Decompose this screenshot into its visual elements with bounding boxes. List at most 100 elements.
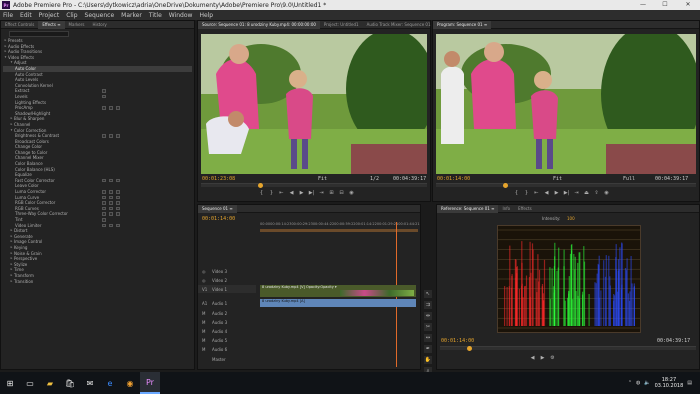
export-frame-icon[interactable]: ◉ [348, 190, 355, 196]
menu-window[interactable]: Window [169, 12, 193, 19]
effects-search-input[interactable] [9, 31, 69, 37]
mark-in-icon[interactable]: { [513, 190, 520, 196]
program-video-frame[interactable] [436, 34, 696, 174]
timeline-timecode[interactable]: 00:01:14:00 [202, 216, 235, 222]
menu-project[interactable]: Project [39, 12, 60, 19]
mark-in-icon[interactable]: { [258, 190, 265, 196]
go-to-in-icon[interactable]: ⇤ [533, 190, 540, 196]
step-back-icon[interactable]: ◀ [543, 190, 550, 196]
work-area-bar[interactable] [260, 229, 418, 232]
mute-icon[interactable]: M [202, 311, 205, 316]
menu-title[interactable]: Title [149, 12, 162, 19]
a1-source-patch[interactable]: A1 [202, 301, 207, 306]
tab-program[interactable]: Program: Sequence 01 ≡ [433, 21, 491, 29]
v1-source-patch[interactable]: V1 [202, 287, 207, 292]
ripple-edit-tool-icon[interactable]: ⇹ [424, 312, 432, 320]
step-back-icon[interactable]: ◀ [288, 190, 295, 196]
mark-out-icon[interactable]: } [268, 190, 275, 196]
notifications-icon[interactable]: ▤ [687, 380, 692, 386]
mute-icon[interactable]: M [202, 347, 205, 352]
minimize-button[interactable]: — [632, 0, 654, 10]
overwrite-icon[interactable]: ⊟ [338, 190, 345, 196]
go-to-out-icon[interactable]: ⇥ [573, 190, 580, 196]
source-video-frame[interactable] [201, 34, 427, 174]
source-scrubber[interactable] [201, 183, 427, 187]
settings-icon[interactable]: ⚙ [549, 355, 556, 361]
file-explorer-icon[interactable]: ▰ [40, 372, 60, 394]
reference-playhead[interactable] [467, 346, 472, 351]
lift-icon[interactable]: ⏏ [583, 190, 590, 196]
step-forward-icon[interactable]: ▶| [308, 190, 315, 196]
go-to-out-icon[interactable]: ⇥ [318, 190, 325, 196]
tab-source[interactable]: Source: Sequence 01: 8 urodziny Kuby.mp4… [198, 21, 320, 29]
program-scrubber[interactable] [436, 183, 696, 187]
tab-history[interactable]: History [88, 22, 110, 27]
volume-icon[interactable]: 🔈 [644, 380, 650, 386]
step-back-icon[interactable]: ◀ [529, 355, 536, 361]
menu-help[interactable]: Help [199, 12, 213, 19]
program-fit-select[interactable]: Fit [553, 176, 562, 182]
selection-tool-icon[interactable]: ↖ [424, 290, 432, 298]
step-forward-icon[interactable]: ▶ [539, 355, 546, 361]
tab-project[interactable]: Project: Untitled1 [320, 22, 363, 27]
parade-trace [568, 291, 569, 326]
chrome-icon[interactable]: ◉ [120, 372, 140, 394]
tab-effect-controls[interactable]: Effect Controls [1, 22, 38, 27]
tab-audio-mixer[interactable]: Audio Track Mixer: Sequence 01 [363, 22, 435, 27]
tab-markers[interactable]: Markers [65, 22, 89, 27]
hand-tool-icon[interactable]: ✋ [424, 356, 432, 364]
program-playhead[interactable] [503, 183, 508, 188]
tab-info[interactable]: Info [498, 206, 514, 211]
timeline-ruler[interactable]: 00:00 00:00:14:23 00:00:29:23 00:00:44:2… [260, 222, 418, 228]
effect-folder[interactable]: ▸ Transition [3, 279, 192, 285]
mail-icon[interactable]: ✉ [80, 372, 100, 394]
menu-marker[interactable]: Marker [121, 12, 142, 19]
menu-edit[interactable]: Edit [20, 12, 32, 19]
mute-icon[interactable]: M [202, 320, 205, 325]
store-icon[interactable]: 🛍 [60, 372, 80, 394]
pen-tool-icon[interactable]: ✒ [424, 345, 432, 353]
task-view-icon[interactable]: ▭ [20, 372, 40, 394]
menu-file[interactable]: File [3, 12, 13, 19]
source-playhead[interactable] [258, 183, 263, 188]
network-icon[interactable]: ◍ [636, 380, 640, 386]
maximize-button[interactable]: ☐ [654, 0, 676, 10]
source-fit-select[interactable]: Fit [318, 176, 327, 182]
start-icon[interactable]: ⊞ [0, 372, 20, 394]
track-select-tool-icon[interactable]: ⇉ [424, 301, 432, 309]
reference-scrubber[interactable] [440, 346, 696, 350]
tab-effects-2[interactable]: Effects [514, 206, 536, 211]
go-to-in-icon[interactable]: ⇤ [278, 190, 285, 196]
mark-out-icon[interactable]: } [523, 190, 530, 196]
tray-arrow-icon[interactable]: ⌃ [628, 380, 632, 386]
eye-icon[interactable]: ◎ [202, 278, 206, 283]
menu-sequence[interactable]: Sequence [85, 12, 115, 19]
premiere-icon[interactable]: Pr [140, 372, 160, 394]
edge-icon[interactable]: e [100, 372, 120, 394]
razor-tool-icon[interactable]: ✂ [424, 323, 432, 331]
audio-clip[interactable]: 8 urodziny Kuby.mp4 [A] [260, 299, 416, 307]
menu-clip[interactable]: Clip [66, 12, 77, 19]
video-clip[interactable]: 8 urodziny Kuby.mp4 [V] Opacity:Opacity … [260, 285, 416, 297]
slip-tool-icon[interactable]: ↔ [424, 334, 432, 342]
export-frame-icon[interactable]: ◉ [603, 190, 610, 196]
program-timecode[interactable]: 00:01:14:00 [437, 176, 470, 182]
tab-reference[interactable]: Reference: Sequence 01 ≡ [437, 205, 498, 213]
tab-effects[interactable]: Effects ≡ [38, 21, 64, 29]
tab-sequence-01[interactable]: Sequence 01 ≡ [198, 205, 237, 213]
mute-icon[interactable]: M [202, 329, 205, 334]
intensity-value[interactable]: 100 [567, 216, 575, 221]
program-resolution-select[interactable]: Full [623, 176, 635, 182]
clock[interactable]: 18:27 03.10.2018 [655, 377, 684, 389]
reference-timecode[interactable]: 00:01:14:00 [441, 338, 474, 344]
source-resolution-select[interactable]: 1/2 [370, 176, 379, 182]
extract-icon[interactable]: ⇪ [593, 190, 600, 196]
step-forward-icon[interactable]: ▶| [563, 190, 570, 196]
source-timecode[interactable]: 00:01:23:08 [202, 176, 235, 182]
insert-icon[interactable]: ⊞ [328, 190, 335, 196]
close-button[interactable]: ✕ [676, 0, 700, 10]
play-icon[interactable]: ▶ [553, 190, 560, 196]
play-icon[interactable]: ▶ [298, 190, 305, 196]
mute-icon[interactable]: M [202, 338, 205, 343]
eye-icon[interactable]: ◎ [202, 269, 206, 274]
